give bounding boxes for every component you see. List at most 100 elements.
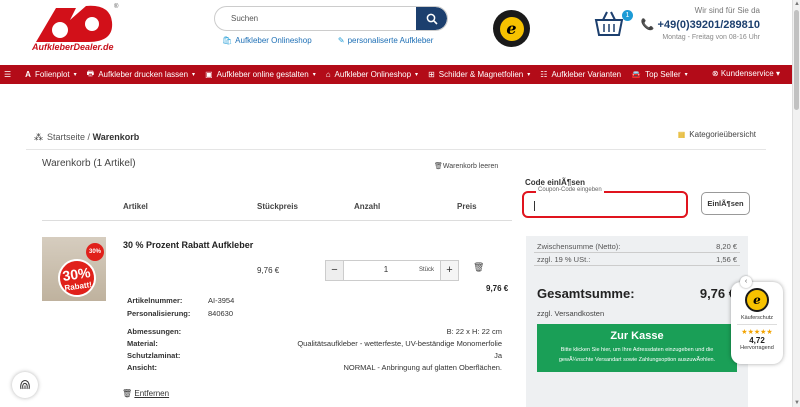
personalization-label: Personalisierung: xyxy=(127,309,191,318)
trusted-shops-badge[interactable]: e xyxy=(493,10,530,47)
column-header-unit-price: Stückpreis xyxy=(257,202,298,211)
nav-item-drucken[interactable]: 🖶 Aufkleber drucken lassen ▾ xyxy=(87,68,195,82)
vat-row: zzgl. 19 % USt.: 1,56 € xyxy=(537,255,737,264)
search-button[interactable] xyxy=(416,7,447,30)
dimensions-value: B: 22 x H: 22 cm xyxy=(446,327,502,336)
caret-down-icon: ▾ xyxy=(73,72,77,78)
scroll-up-icon[interactable]: ▲ xyxy=(794,1,800,7)
widget-close-icon[interactable]: ‹ xyxy=(740,276,752,288)
category-overview-link[interactable]: ▦ Kategorieübersicht xyxy=(678,130,756,139)
redeem-coupon-button[interactable]: EinlÃ¶sen xyxy=(701,192,750,215)
nav-item-folienplot[interactable]: A Folienplot ▾ xyxy=(25,70,76,79)
quantity-stepper: − 1 Stück + xyxy=(325,260,459,281)
main-nav: ☰ A Folienplot ▾ 🖶 Aufkleber drucken lassen… xyxy=(0,65,792,84)
total-label: Gesamtsumme: xyxy=(537,286,635,301)
view-label: Ansicht: xyxy=(127,363,157,372)
column-header-quantity: Anzahl xyxy=(354,202,381,211)
vat-value: 1,56 € xyxy=(716,255,737,264)
trash-icon: 🗑 xyxy=(122,389,135,398)
rating-stars-icon: ★★★★★ xyxy=(741,329,773,336)
coupon-title: Code einlÃ¶sen xyxy=(525,178,586,187)
rating-score: 4,72 xyxy=(749,336,765,345)
summary-divider xyxy=(534,265,740,266)
buyer-protection-label: Käuferschutz xyxy=(740,315,774,321)
nav-item-onlineshop[interactable]: ⌂ Aufkleber Onlineshop ▾ xyxy=(326,70,418,79)
accessibility-button[interactable] xyxy=(12,372,38,398)
brush-icon: ✎ xyxy=(337,36,345,45)
quantity-unit: Stück xyxy=(418,267,434,273)
personalization-value: 840630 xyxy=(208,309,234,318)
nav-item-varianten[interactable]: ☷ Aufkleber Varianten xyxy=(540,70,621,79)
summary-divider xyxy=(534,252,740,253)
contact-block: Wir sind für Sie da 📞 +49(0)39201/289810… xyxy=(641,6,760,41)
logo-text: AufkleberDealer.de xyxy=(32,42,114,52)
nav-item-topseller[interactable]: 🚘 Top Seller ▾ xyxy=(631,70,688,79)
trusted-shops-widget[interactable]: e Käuferschutz ★★★★★ 4,72 Hervorragend xyxy=(731,282,783,364)
contact-phone[interactable]: 📞 +49(0)39201/289810 xyxy=(641,18,760,31)
cart-button[interactable] xyxy=(593,10,625,38)
clear-cart-link[interactable]: 🗑Warenkorb leeren xyxy=(434,162,498,170)
badge-corner: 30% xyxy=(86,243,104,261)
caret-down-icon: ▾ xyxy=(192,72,196,78)
onlineshop-link[interactable]: 🛍 Aufkleber Onlineshop xyxy=(222,36,324,45)
caret-down-icon: ▾ xyxy=(773,69,780,78)
letter-a-icon: A xyxy=(25,70,31,79)
laminate-label: Schutzlaminat: xyxy=(127,351,181,360)
car-icon: 🚘 xyxy=(631,70,642,79)
coupon-input[interactable]: Coupon-Code eingeben xyxy=(522,187,688,218)
column-header-price: Preis xyxy=(457,202,477,211)
menu-icon: ☰ xyxy=(4,70,12,79)
basket-icon xyxy=(594,11,624,36)
trusted-shops-icon: e xyxy=(499,16,524,41)
header: ® AufkleberDealer.de 🛍Aufkleber Onlinesh… xyxy=(0,0,800,64)
breadcrumb-home[interactable]: Startseite xyxy=(47,132,85,142)
header-divider xyxy=(42,220,512,221)
page-scrollbar[interactable]: ▲ ▼ xyxy=(792,0,800,407)
personalized-link[interactable]: ✎ personaliserte Aufkleber xyxy=(338,36,446,45)
checkout-button[interactable]: Zur Kasse Bitte klicken Sie hier, um Ihr… xyxy=(537,324,737,372)
breadcrumb-current: Warenkorb xyxy=(92,132,140,142)
search-icon xyxy=(426,13,438,25)
printer-icon: 🖶 xyxy=(86,68,95,78)
rating-label: Hervorragend xyxy=(740,345,774,351)
breadcrumb-bar: ⁂ Startseite / Warenkorb ▦ Kategorieübersi… xyxy=(26,128,766,150)
nav-item-gestalten[interactable]: ▣ Aufkleber online gestalten ▾ xyxy=(205,70,316,79)
scrollbar-thumb[interactable] xyxy=(794,10,799,110)
caret-down-icon: ▾ xyxy=(684,72,688,78)
search-bar xyxy=(214,6,448,31)
remove-item-link[interactable]: 🗑 Entfernen xyxy=(122,389,169,398)
bag-icon: 🛍 xyxy=(222,36,233,45)
remove-item-trash-icon[interactable]: 🗑 xyxy=(473,262,484,273)
scroll-down-icon[interactable]: ▼ xyxy=(794,400,800,406)
quantity-increase-button[interactable]: + xyxy=(440,261,458,280)
unit-price: 9,76 € xyxy=(257,266,280,275)
nav-customer-service[interactable]: ⊗ Kundenservice ▾ xyxy=(712,69,780,78)
contact-hours: Montag - Freitag von 08-16 Uhr xyxy=(662,34,760,41)
shipping-note: zzgl. Versandkosten xyxy=(537,309,605,318)
svg-text:®: ® xyxy=(114,3,119,10)
caret-down-icon: ▾ xyxy=(312,72,316,78)
material-value: Qualitätsaufkleber - wetterfeste, UV-bes… xyxy=(297,339,502,348)
shop-icon: ⌂ xyxy=(325,70,331,79)
laminate-value: Ja xyxy=(494,351,502,360)
grid-icon: ▦ xyxy=(677,130,686,139)
product-image[interactable]: 30% 30% Rabatt! xyxy=(42,237,106,301)
text-caret xyxy=(534,201,535,211)
coupon-input-label: Coupon-Code eingeben xyxy=(536,187,604,193)
row-total-price: 9,76 € xyxy=(486,284,509,293)
caret-down-icon: ▾ xyxy=(527,72,531,78)
article-number-label: Artikelnummer: xyxy=(127,296,183,305)
trusted-shops-icon: e xyxy=(745,288,769,312)
quantity-decrease-button[interactable]: − xyxy=(326,261,344,280)
quantity-input[interactable]: 1 xyxy=(356,265,416,274)
nav-menu-toggle[interactable]: ☰ xyxy=(4,70,15,79)
header-links: 🛍 Aufkleber Onlineshop ✎ personaliserte Au… xyxy=(222,36,457,45)
subtotal-row: Zwischensumme (Netto): 8,20 € xyxy=(537,242,737,251)
list-icon: ☷ xyxy=(540,70,548,79)
breadcrumb-separator: / xyxy=(87,132,91,142)
search-input[interactable] xyxy=(215,7,415,30)
logo[interactable]: ® AufkleberDealer.de xyxy=(30,2,122,58)
material-label: Material: xyxy=(127,339,158,348)
nav-item-schilder[interactable]: ⊞ Schilder & Magnetfolien ▾ xyxy=(428,70,530,79)
product-name[interactable]: 30 % Prozent Rabatt Aufkleber xyxy=(123,240,253,250)
